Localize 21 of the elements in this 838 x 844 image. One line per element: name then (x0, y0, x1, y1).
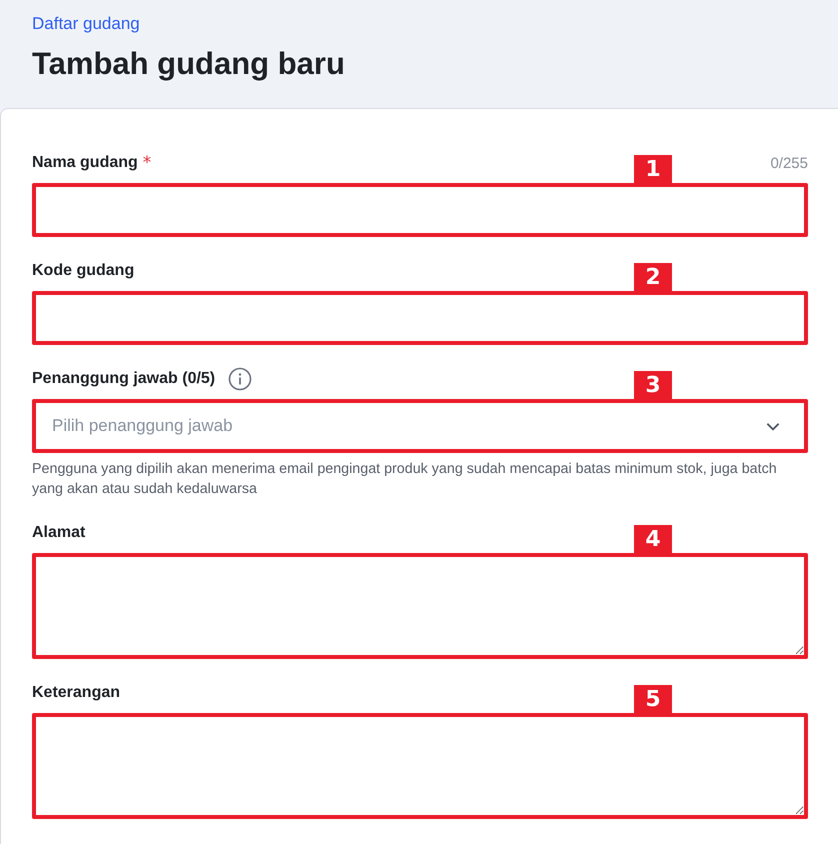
annotation-number: 3 (634, 371, 672, 399)
helper-text: Pengguna yang dipilih akan menerima email pengingat produk yang sudah mencapai batas minimum stok, juga batch yang akan atau sudah kedaluwarsa (32, 460, 778, 499)
info-icon[interactable] (228, 367, 252, 391)
field-label: Keterangan (32, 684, 120, 702)
annotation-number: 2 (634, 263, 672, 291)
field-label: Alamat (32, 524, 86, 542)
page-title: Tambah gudang baru (32, 46, 346, 82)
character-counter: 0/255 (770, 154, 808, 172)
annotation-number: 1 (634, 155, 672, 183)
breadcrumb-link[interactable]: Daftar gudang (32, 14, 806, 34)
field-label: Nama gudang (32, 154, 138, 172)
text-area[interactable] (32, 553, 808, 659)
text-area[interactable] (32, 713, 808, 819)
input-field[interactable] (32, 291, 808, 345)
field-label: Kode gudang (32, 262, 134, 280)
required-mark: * (142, 153, 152, 173)
input-field[interactable] (32, 183, 808, 237)
annotation-number: 4 (634, 525, 672, 553)
annotation-number: 5 (634, 685, 672, 713)
dropdown-field[interactable]: Pilih penanggung jawab (32, 399, 808, 453)
field-label: Penanggung jawab (0/5) (32, 370, 216, 388)
